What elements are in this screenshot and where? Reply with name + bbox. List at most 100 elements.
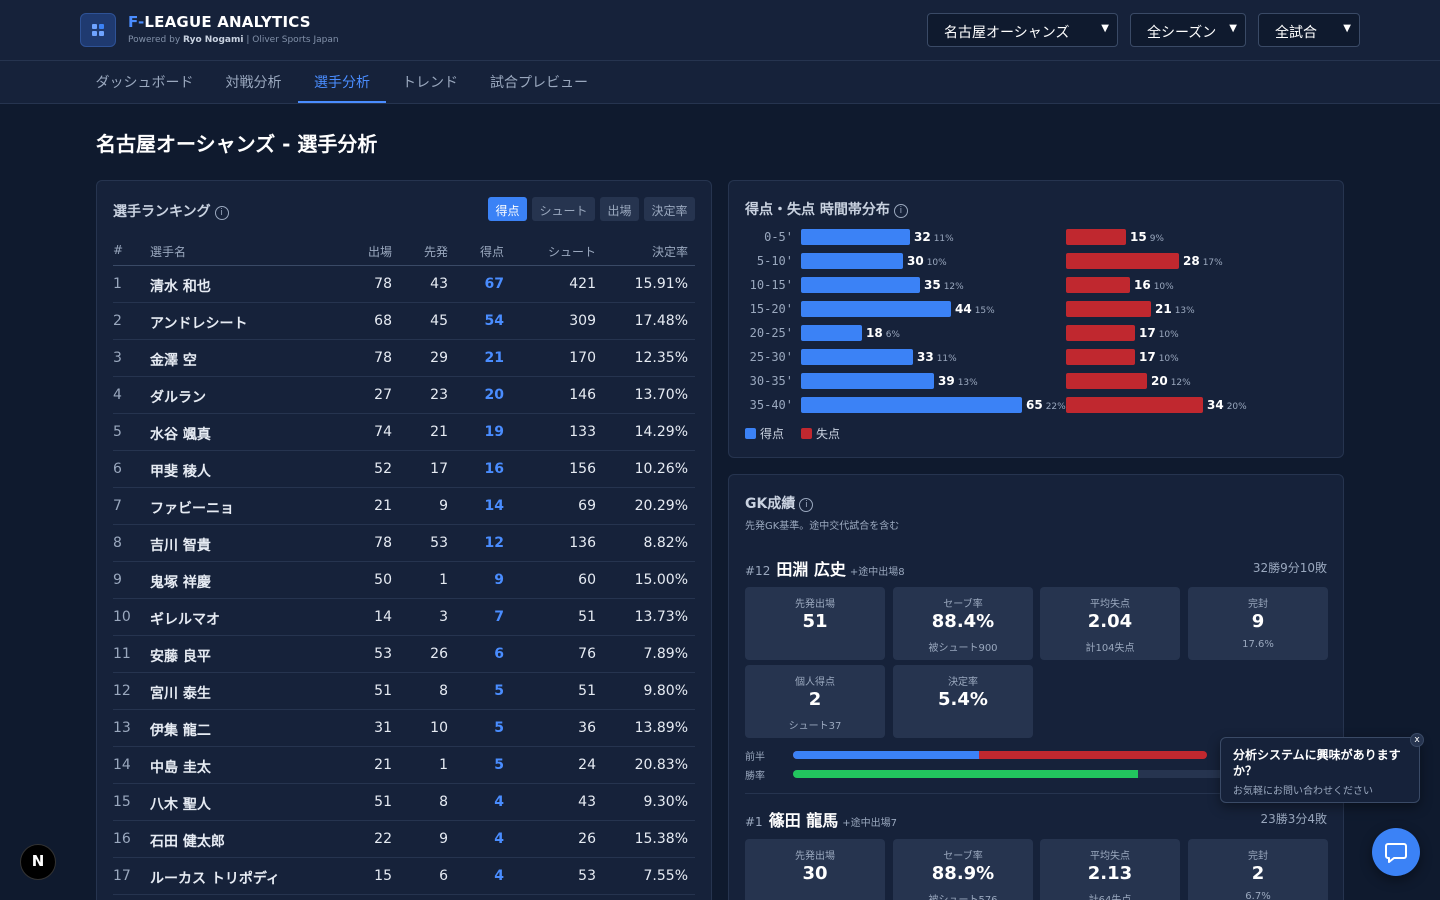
table-row[interactable]: 12 宮川 泰生 51 8 5 51 9.80% [113, 673, 695, 710]
cell-apps: 51 [374, 683, 392, 699]
table-row[interactable]: 1 清水 和也 78 43 67 421 15.91% [113, 266, 695, 303]
cell-shots: 36 [578, 720, 596, 736]
cell-goals: 54 [484, 313, 504, 329]
gk-stat-goals: 個人得点 2 シュート37 [745, 665, 885, 738]
team-select[interactable]: 名古屋オーシャンズ ▼ [927, 13, 1118, 47]
table-row[interactable]: 13 伊集 龍二 31 10 5 36 13.89% [113, 710, 695, 747]
table-row[interactable]: 10 ギレルマオ 14 3 7 51 13.73% [113, 599, 695, 636]
conceded-value: 15 9% [1130, 230, 1164, 244]
brand-title: F-LEAGUE ANALYTICS [128, 13, 311, 31]
gk-stat-clean-sheets: 完封 2 6.7% [1188, 839, 1328, 900]
player-name: 安藤 良平 [150, 649, 211, 665]
row-number: 12 [113, 683, 131, 699]
goals-bar[interactable] [801, 325, 862, 341]
gk-name: #12 田淵 広史 +途中出場8 [745, 560, 905, 579]
cell-starts: 9 [439, 831, 448, 847]
table-row[interactable]: 15 八木 聖人 51 8 4 43 9.30% [113, 784, 695, 821]
row-number: 14 [113, 757, 131, 773]
contact-popup[interactable]: 分析システムに興味がありますか？ お気軽にお問い合わせください [1220, 737, 1420, 803]
conceded-bar[interactable] [1066, 253, 1179, 269]
cell-goals: 4 [494, 831, 504, 847]
col-header-shots[interactable]: シュート [527, 243, 596, 260]
table-row[interactable]: 11 安藤 良平 53 26 6 76 7.89% [113, 636, 695, 673]
conceded-bar[interactable] [1066, 397, 1203, 413]
col-header-apps[interactable]: 出場 [355, 243, 392, 260]
table-row[interactable]: 4 ダルラン 27 23 20 146 13.70% [113, 377, 695, 414]
conceded-bar[interactable] [1066, 325, 1135, 341]
gk-title: GK成績 i [745, 493, 814, 513]
col-header-goals[interactable]: 得点 [467, 243, 504, 260]
gk-stat-save-rate: セーブ率88.9%被シュート576 [893, 839, 1033, 900]
sort-apps-button[interactable]: 出場 [600, 197, 639, 221]
goals-bar[interactable] [801, 349, 913, 365]
goals-bar[interactable] [801, 301, 951, 317]
goals-bar[interactable] [801, 253, 903, 269]
distribution-row: 15-20' 44 15% 21 13% [729, 298, 1343, 322]
goals-value: 18 6% [866, 326, 900, 340]
row-number: 4 [113, 387, 122, 403]
cell-shots: 51 [578, 683, 596, 699]
close-icon[interactable]: x [1410, 733, 1424, 747]
page-title: 名古屋オーシャンズ - 選手分析 [96, 132, 378, 156]
player-name: 金澤 空 [150, 353, 197, 369]
sort-rate-button[interactable]: 決定率 [644, 197, 695, 221]
player-name: ダルラン [150, 390, 206, 406]
time-bucket-label: 0-5' [764, 230, 793, 244]
tab-matchup[interactable]: 対戦分析 [209, 61, 298, 103]
season-select[interactable]: 全シーズン ▼ [1130, 13, 1246, 47]
conceded-bar[interactable] [1066, 373, 1147, 389]
cell-rate: 9.80% [643, 683, 688, 699]
goals-bar[interactable] [801, 277, 920, 293]
conceded-bar[interactable] [1066, 277, 1130, 293]
cell-apps: 78 [374, 535, 392, 551]
sort-shots-button[interactable]: シュート [532, 197, 595, 221]
legend-conceded: 失点 [801, 425, 840, 442]
row-number: 6 [113, 461, 122, 477]
chat-button[interactable] [1372, 828, 1420, 876]
conceded-bar[interactable] [1066, 301, 1151, 317]
tab-dashboard[interactable]: ダッシュボード [80, 61, 209, 103]
goals-bar[interactable] [801, 373, 934, 389]
table-row[interactable]: 17 ルーカス トリポディ 15 6 4 53 7.55% [113, 858, 695, 895]
conceded-bar[interactable] [1066, 229, 1126, 245]
cell-shots: 26 [578, 831, 596, 847]
col-header-starts[interactable]: 先発 [411, 243, 448, 260]
table-row[interactable]: 2 アンドレシート 68 45 54 309 17.48% [113, 303, 695, 340]
app-header: F-LEAGUE ANALYTICS Powered by Ryo Nogami… [0, 0, 1440, 61]
info-icon[interactable]: i [214, 206, 229, 220]
time-bucket-label: 10-15' [749, 278, 793, 292]
table-row[interactable]: 6 甲斐 稜人 52 17 16 156 10.26% [113, 451, 695, 488]
tab-player-analysis[interactable]: 選手分析 [298, 61, 386, 103]
time-bucket-label: 30-35' [749, 374, 793, 388]
half-label: 前半 [745, 752, 765, 763]
gk-name: #1 篠田 龍馬 +途中出場7 [745, 811, 898, 830]
table-row[interactable]: 8 吉川 智貴 78 53 12 136 8.82% [113, 525, 695, 562]
table-row[interactable]: 3 金澤 空 78 29 21 170 12.35% [113, 340, 695, 377]
goals-bar[interactable] [801, 229, 910, 245]
col-header-name[interactable]: 選手名 [150, 243, 186, 260]
table-row[interactable]: 9 鬼塚 祥慶 50 1 9 60 15.00% [113, 562, 695, 599]
gk-record: 32勝9分10敗 [1252, 561, 1327, 575]
brand-subtitle: Powered by Ryo Nogami | Oliver Sports Ja… [128, 35, 339, 45]
conceded-bar[interactable] [1066, 349, 1135, 365]
info-icon[interactable]: i [893, 204, 908, 218]
player-name: ギレルマオ [150, 612, 220, 628]
dev-badge[interactable]: N [20, 844, 56, 880]
table-row[interactable]: 5 水谷 颯真 74 21 19 133 14.29% [113, 414, 695, 451]
player-name: 甲斐 稜人 [150, 464, 211, 480]
cell-goals: 12 [484, 535, 504, 551]
cell-apps: 52 [374, 461, 392, 477]
sort-goals-button[interactable]: 得点 [488, 197, 527, 221]
goals-bar[interactable] [801, 397, 1022, 413]
table-row[interactable]: 16 石田 健太郎 22 9 4 26 15.38% [113, 821, 695, 858]
cell-rate: 15.00% [634, 572, 688, 588]
table-row[interactable]: 7 ファビーニョ 21 9 14 69 20.29% [113, 488, 695, 525]
player-name: 吉川 智貴 [150, 538, 211, 554]
tab-trend[interactable]: トレンド [386, 61, 474, 103]
logo-icon[interactable] [80, 13, 116, 47]
info-icon[interactable]: i [799, 498, 814, 512]
table-row[interactable]: 14 中島 圭太 21 1 5 24 20.83% [113, 747, 695, 784]
col-header-rate[interactable]: 決定率 [617, 243, 688, 260]
match-type-select[interactable]: 全試合 ▼ [1258, 13, 1360, 47]
tab-match-preview[interactable]: 試合プレビュー [474, 61, 604, 103]
